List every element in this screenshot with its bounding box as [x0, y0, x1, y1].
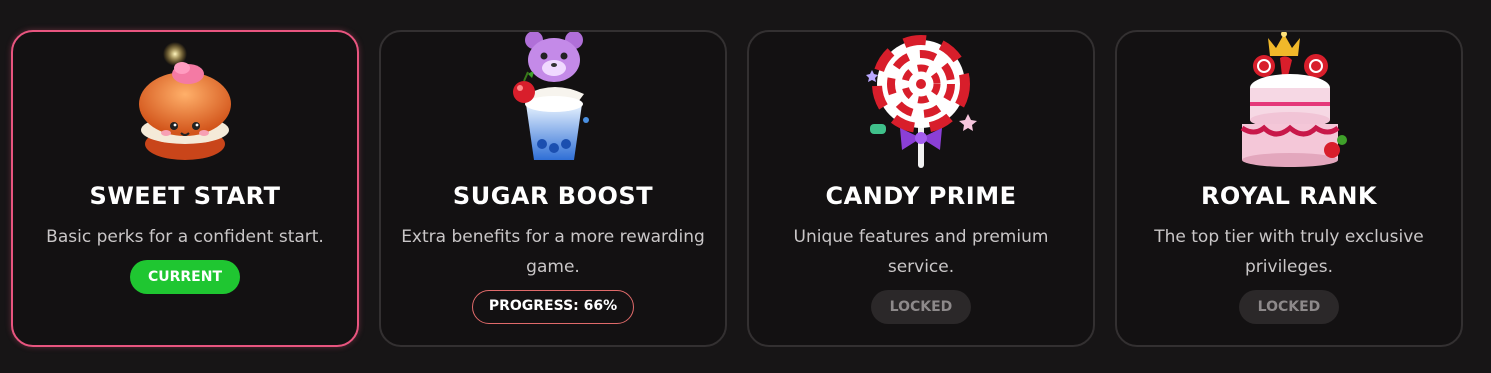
tier-description: Basic perks for a confident start. [46, 227, 324, 247]
tier-title: CANDY PRIME [825, 182, 1017, 210]
tier-list: SWEET START Basic perks for a confident … [0, 0, 1491, 373]
tier-description: The top tier with truly exclusive privil… [1154, 227, 1424, 277]
progress-badge: PROGRESS: 66% [472, 290, 634, 324]
status-badge-current: CURRENT [130, 260, 240, 294]
status-badge-locked: LOCKED [871, 290, 971, 324]
tier-card-royal-rank[interactable]: ROYAL RANK The top tier with truly exclu… [1115, 30, 1463, 347]
lollipop-icon [866, 35, 977, 168]
tier-title: ROYAL RANK [1200, 182, 1378, 210]
tier-card-candy-prime[interactable]: CANDY PRIME Unique features and premium … [747, 30, 1095, 347]
royal-cake-icon [1240, 32, 1347, 167]
bear-dessert-cup-icon [513, 32, 589, 160]
tier-title: SUGAR BOOST [452, 182, 654, 210]
cream-bun-icon [139, 42, 231, 160]
status-badge-locked: LOCKED [1239, 290, 1339, 324]
tier-card-sugar-boost[interactable]: SUGAR BOOST Extra benefits for a more re… [379, 30, 727, 347]
tier-card-sweet-start[interactable]: SWEET START Basic perks for a confident … [11, 30, 359, 347]
tier-description: Unique features and premium service. [793, 227, 1049, 277]
tier-title: SWEET START [89, 182, 281, 210]
tier-description: Extra benefits for a more rewarding game… [401, 227, 705, 277]
